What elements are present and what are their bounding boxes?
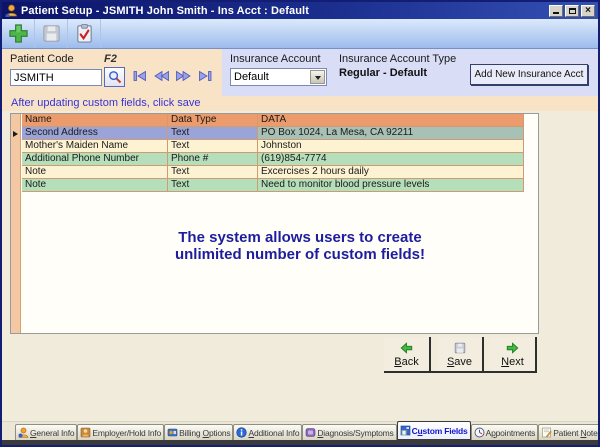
cell-data-type[interactable]: Text: [168, 179, 258, 191]
cell-data-type[interactable]: Phone #: [168, 153, 258, 165]
maximize-icon: [569, 8, 576, 14]
patient-panel: Patient Code F2: [2, 49, 222, 96]
first-record-button[interactable]: [132, 70, 148, 82]
general-info-icon: [18, 427, 29, 438]
custom-fields-grid[interactable]: Name Data Type DATA Second Address Text …: [10, 113, 539, 334]
cell-name[interactable]: Additional Phone Number: [22, 153, 168, 165]
custom-fields-page: Name Data Type DATA Second Address Text …: [2, 111, 598, 421]
additional-info-icon: [236, 427, 247, 438]
insurance-account-select[interactable]: Default: [230, 68, 327, 86]
validate-button[interactable]: [68, 19, 101, 48]
chevron-down-icon[interactable]: [310, 70, 325, 84]
record-navigator: [132, 70, 213, 82]
cell-data-type[interactable]: Text: [168, 127, 258, 139]
column-header-name[interactable]: Name: [22, 114, 168, 126]
maximize-button[interactable]: [565, 5, 579, 17]
save-button[interactable]: Save: [437, 337, 484, 371]
patient-setup-window: Patient Setup - JSMITH John Smith - Ins …: [0, 0, 600, 447]
table-row[interactable]: Additional Phone Number Phone # (619)854…: [22, 153, 524, 166]
back-arrow-icon: [399, 341, 414, 355]
window-title: Patient Setup - JSMITH John Smith - Ins …: [21, 5, 546, 17]
save-record-button[interactable]: [35, 19, 68, 48]
employer-icon: [80, 427, 91, 438]
cell-data[interactable]: Need to monitor blood pressure levels: [258, 179, 524, 191]
title-bar[interactable]: Patient Setup - JSMITH John Smith - Ins …: [2, 2, 598, 19]
validate-icon: [74, 23, 95, 44]
cell-name[interactable]: Second Address: [22, 127, 168, 139]
search-icon: [108, 70, 122, 84]
next-record-icon: [175, 70, 192, 82]
cell-data[interactable]: Excercises 2 hours daily: [258, 166, 524, 178]
cell-name[interactable]: Note: [22, 179, 168, 191]
insurance-account-type-label: Insurance Account Type: [339, 53, 456, 65]
column-header-data-type[interactable]: Data Type: [168, 114, 258, 126]
tab-appointments[interactable]: Appointments: [471, 424, 539, 440]
close-button[interactable]: ×: [581, 5, 595, 17]
cell-data-type[interactable]: Text: [168, 166, 258, 178]
info-message: The system allows users to create unlimi…: [2, 229, 598, 263]
add-new-insurance-button[interactable]: Add New Insurance Acct: [470, 64, 588, 85]
row-selector-column: [11, 114, 21, 333]
patient-search-button[interactable]: [104, 67, 125, 87]
patient-notes-icon: [541, 427, 552, 438]
first-record-icon: [132, 70, 148, 82]
tab-employer-hold-info[interactable]: Employer/Hold Info: [77, 424, 164, 440]
cell-data[interactable]: PO Box 1024, La Mesa, CA 92211: [258, 127, 524, 139]
tab-additional-info[interactable]: Additional Info: [233, 424, 302, 440]
patient-insurance-bar: Patient Code F2: [2, 49, 598, 96]
last-record-icon: [197, 70, 213, 82]
minimize-button[interactable]: [549, 5, 563, 17]
bottom-tab-bar: General Info Employer/Hold Info Billing …: [2, 421, 598, 440]
appointments-icon: [474, 427, 485, 438]
minimize-icon: [553, 12, 559, 14]
cell-data[interactable]: Johnston: [258, 140, 524, 152]
tab-diagnosis-symptoms[interactable]: Diagnosis/Symptoms: [302, 424, 396, 440]
window-bottom-border: [2, 440, 598, 445]
add-record-button[interactable]: [2, 19, 35, 48]
custom-fields-icon: [400, 425, 411, 436]
back-button[interactable]: Back: [384, 337, 431, 371]
insurance-account-label: Insurance Account: [230, 53, 321, 65]
table-row[interactable]: Mother's Maiden Name Text Johnston: [22, 140, 524, 153]
notice-text: After updating custom fields, click save: [2, 96, 598, 111]
billing-icon: [167, 427, 178, 438]
prev-record-button[interactable]: [153, 70, 170, 82]
patient-code-label: Patient Code: [10, 53, 74, 65]
next-button[interactable]: Next: [490, 337, 537, 371]
insurance-account-value: Default: [234, 71, 269, 83]
table-row[interactable]: Second Address Text PO Box 1024, La Mesa…: [22, 127, 524, 140]
diagnosis-icon: [305, 427, 316, 438]
insurance-panel: Insurance Account Default Insurance Acco…: [222, 49, 598, 96]
save-icon: [41, 23, 62, 44]
close-icon: ×: [585, 7, 591, 15]
table-row[interactable]: Note Text Need to monitor blood pressure…: [22, 179, 524, 192]
cell-data-type[interactable]: Text: [168, 140, 258, 152]
app-icon: [5, 4, 18, 17]
cell-name[interactable]: Note: [22, 166, 168, 178]
tab-custom-fields[interactable]: Custom Fields: [397, 421, 471, 440]
patient-code-hotkey: F2: [104, 53, 117, 65]
save-icon: [453, 341, 467, 355]
insurance-account-type-value: Regular - Default: [339, 67, 427, 79]
info-message-line2: unlimited number of custom fields!: [2, 246, 598, 263]
cell-data[interactable]: (619)854-7774: [258, 153, 524, 165]
column-header-data[interactable]: DATA: [258, 114, 524, 126]
table-row[interactable]: Note Text Excercises 2 hours daily: [22, 166, 524, 179]
current-row-indicator-icon: [13, 131, 18, 137]
last-record-button[interactable]: [197, 70, 213, 82]
prev-record-icon: [153, 70, 170, 82]
next-arrow-icon: [505, 341, 520, 355]
next-record-button[interactable]: [175, 70, 192, 82]
tab-general-info[interactable]: General Info: [15, 424, 77, 440]
add-icon: [8, 23, 29, 44]
patient-code-input[interactable]: [10, 69, 102, 86]
tab-billing-options[interactable]: Billing Options: [164, 424, 233, 440]
info-message-line1: The system allows users to create: [2, 229, 598, 246]
wizard-buttons: Back Save Next: [384, 337, 537, 373]
cell-name[interactable]: Mother's Maiden Name: [22, 140, 168, 152]
toolbar: [2, 19, 598, 49]
tab-patient-notes[interactable]: Patient Notes: [538, 424, 600, 440]
grid-header-row: Name Data Type DATA: [22, 114, 524, 127]
